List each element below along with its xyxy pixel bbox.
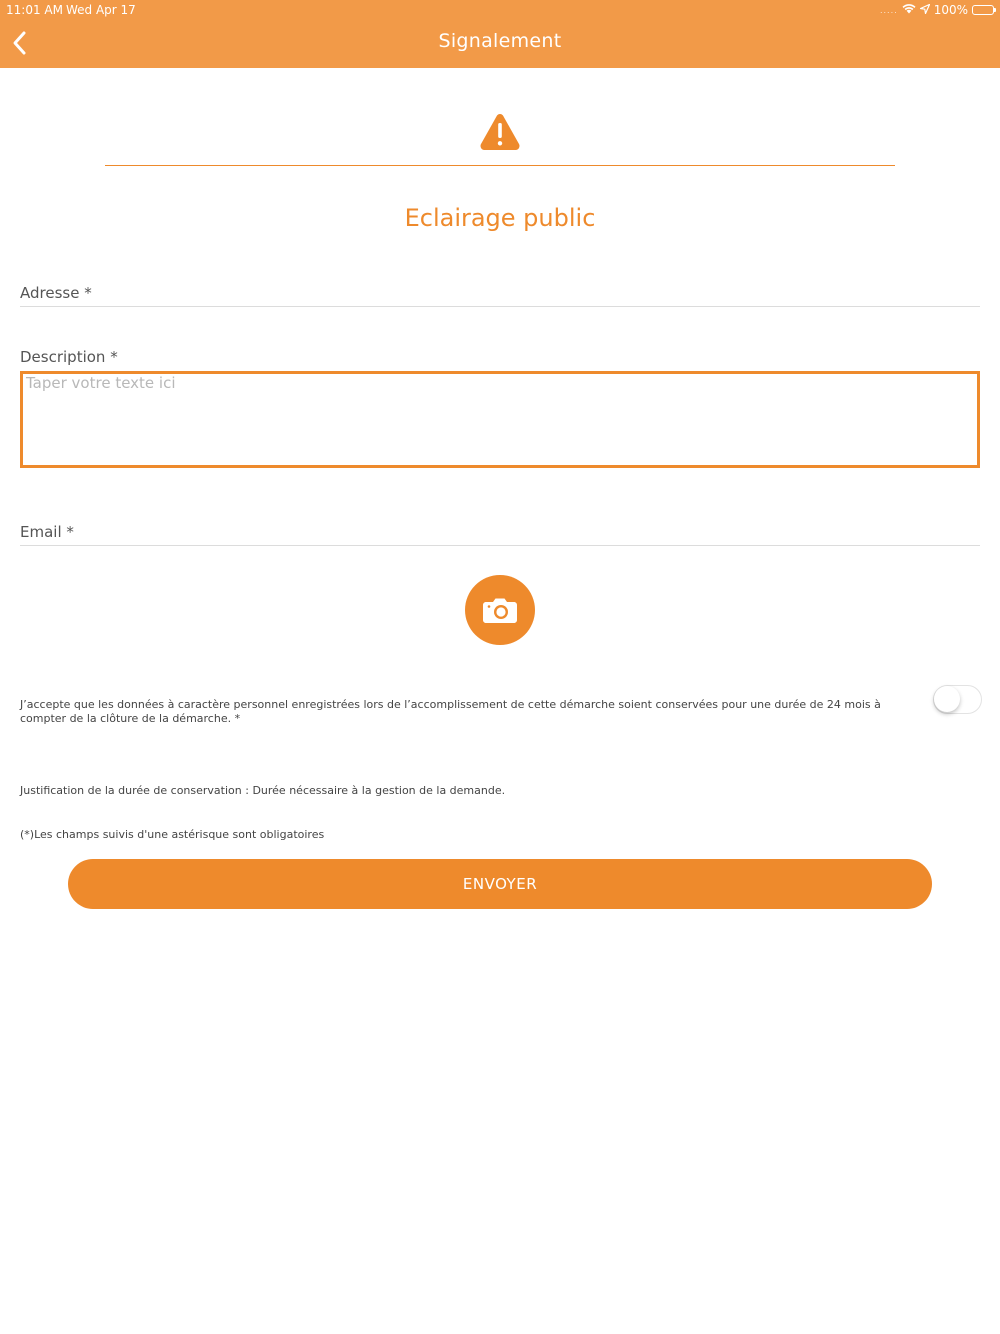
- email-label: Email *: [20, 523, 74, 541]
- status-date: Wed Apr 17: [66, 3, 136, 17]
- description-textarea[interactable]: [20, 371, 980, 468]
- submit-button[interactable]: ENVOYER: [68, 859, 932, 909]
- title-divider: [105, 165, 895, 166]
- retention-justification: Justification de la durée de conservatio…: [20, 784, 506, 797]
- battery-percent: 100%: [933, 3, 968, 17]
- signal-dots: .....: [879, 5, 898, 15]
- status-time: 11:01 AM: [6, 3, 63, 17]
- consent-text: J’accepte que les données à caractère pe…: [20, 698, 881, 725]
- required-fields-note: (*)Les champs suivis d'une astérisque so…: [20, 828, 325, 841]
- consent-toggle[interactable]: [933, 685, 982, 714]
- report-screen: 11:01 AM Wed Apr 17 ..... 100% Signaleme…: [0, 0, 1000, 1334]
- email-field[interactable]: [20, 545, 980, 546]
- location-arrow-icon: [919, 3, 930, 17]
- camera-button[interactable]: [465, 575, 535, 645]
- description-label: Description *: [20, 348, 118, 366]
- category-title: Eclairage public: [404, 204, 596, 232]
- camera-icon: [483, 598, 517, 623]
- battery-icon: [972, 5, 996, 15]
- status-indicators: ..... 100%: [879, 3, 996, 17]
- nav-header: 11:01 AM Wed Apr 17 ..... 100% Signaleme…: [0, 0, 1000, 68]
- toggle-knob: [934, 686, 960, 712]
- wifi-icon: [902, 3, 916, 17]
- warning-icon: [480, 114, 520, 150]
- page-title: Signalement: [438, 30, 562, 52]
- address-field[interactable]: [20, 306, 980, 307]
- address-label: Adresse *: [20, 284, 92, 302]
